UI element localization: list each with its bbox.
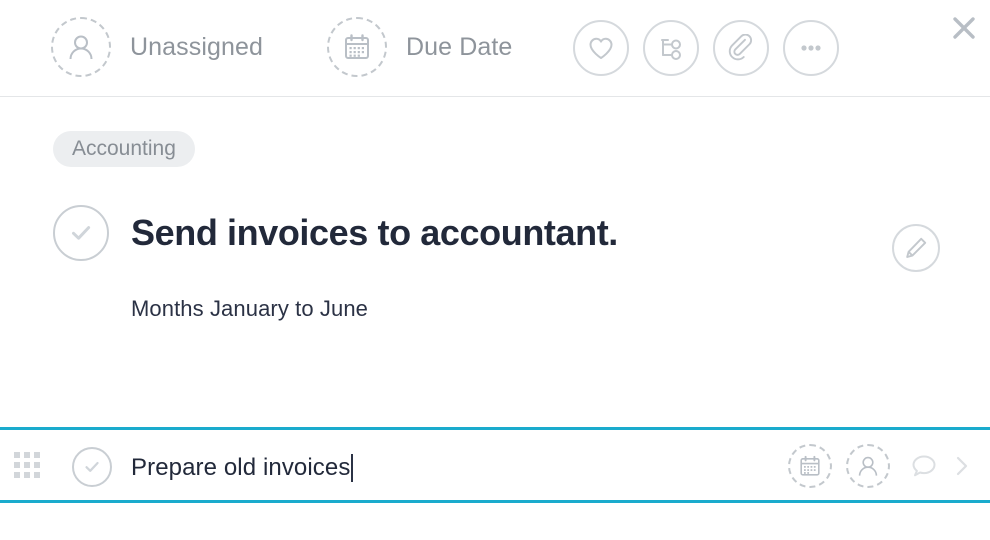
task-complete-checkbox[interactable] (53, 205, 109, 261)
person-icon (51, 17, 111, 77)
attachment-button[interactable] (713, 20, 769, 76)
subtask-action-buttons (788, 444, 972, 488)
assignee-selector[interactable]: Unassigned (51, 17, 263, 77)
task-tag[interactable]: Accounting (53, 131, 195, 167)
branch-icon (661, 39, 681, 60)
pencil-icon (906, 237, 927, 258)
task-body: Accounting Send invoices to accountant. … (0, 98, 990, 426)
chevron-right-icon (956, 456, 968, 476)
close-button[interactable] (946, 10, 982, 46)
calendar-icon (800, 455, 820, 476)
calendar-icon (327, 17, 387, 77)
paperclip-icon (728, 34, 752, 61)
edit-task-button[interactable] (892, 224, 940, 272)
close-icon (953, 17, 975, 39)
page-title: Send invoices to accountant. (131, 212, 618, 253)
new-subtask-row: Prepare old invoices (0, 427, 990, 503)
favorite-button[interactable] (573, 20, 629, 76)
check-icon (72, 226, 91, 240)
subtasks-button[interactable] (643, 20, 699, 76)
ellipsis-icon (801, 45, 821, 51)
subtask-expand-button[interactable] (952, 444, 972, 488)
subtask-complete-checkbox[interactable] (72, 447, 112, 487)
check-icon (85, 461, 99, 472)
subtask-due-date-button[interactable] (788, 444, 832, 488)
heart-icon (589, 37, 613, 59)
subtask-title-input[interactable]: Prepare old invoices (131, 448, 354, 488)
subtask-assignee-button[interactable] (846, 444, 890, 488)
task-detail-panel: Unassigned Due Date Accounting Send invo… (0, 0, 990, 540)
task-description: Months January to June (131, 296, 369, 321)
task-header: Unassigned Due Date (0, 0, 990, 97)
due-date-selector[interactable]: Due Date (327, 17, 512, 77)
comment-icon (912, 455, 936, 477)
person-icon (858, 456, 878, 476)
drag-handle-icon[interactable] (14, 452, 42, 480)
more-options-button[interactable] (783, 20, 839, 76)
due-date-label: Due Date (406, 32, 513, 61)
header-action-buttons (573, 20, 839, 76)
text-caret (351, 454, 354, 482)
subtask-input-value: Prepare old invoices (131, 454, 351, 481)
assignee-label: Unassigned (130, 32, 264, 61)
task-title-row: Send invoices to accountant. (53, 205, 618, 261)
subtask-comment-button[interactable] (904, 444, 944, 488)
